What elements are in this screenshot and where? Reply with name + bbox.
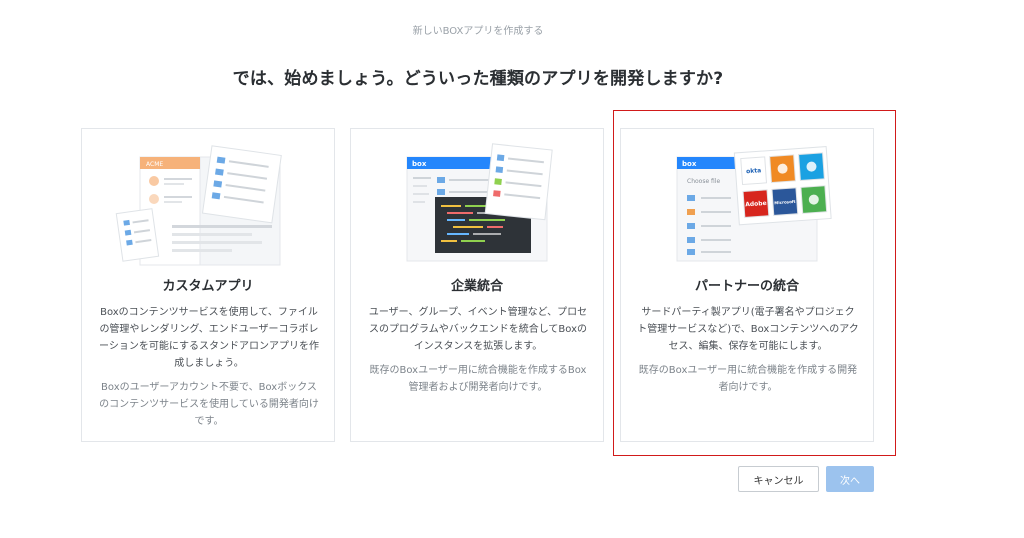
header-title: 新しいBOXアプリを作成する [412, 26, 544, 37]
card-custom-app[interactable]: ACME カスタムアプリ Boxのコンテンツサービスを使用して、ファイルの管理や… [81, 128, 335, 442]
card-note: 既存のBoxユーザー用に統合機能を作成する開発者向けです。 [638, 365, 858, 393]
card-description: ユーザー、グループ、イベント管理など、プロセスのプログラムやバックエンドを統合し… [368, 307, 588, 352]
card-note: Boxのユーザーアカウント不要で、Boxボックスのコンテンツサービスを使用してい… [99, 382, 319, 427]
choose-file-label: Choose file [687, 178, 721, 185]
card-partner-integration[interactable]: box Choose file okta Adobe Microsoft パートナー… [620, 128, 874, 442]
custom-app-illustration: ACME [115, 145, 282, 266]
enterprise-illustration: box [406, 143, 553, 262]
box-logo: box [682, 160, 697, 168]
partner-illustration: box Choose file oktaAdobe Microsoft [676, 146, 832, 262]
card-title: 企業統合 [450, 279, 503, 294]
box-logo: box [412, 160, 427, 168]
acme-label: ACME [146, 161, 163, 168]
card-note: 既存のBoxユーザー用に統合機能を作成するBox管理者および開発者向けです。 [369, 365, 587, 393]
card-title: パートナーの統合 [694, 279, 799, 294]
page-question: では、始めましょう。どういった種類のアプリを開発しますか? [232, 69, 724, 89]
partner-tile-label: Adobe [745, 200, 767, 208]
card-title: カスタムアプリ [162, 279, 254, 294]
card-description: サードパーティ製アプリ(電子署名やプロジェクト管理サービスなど)で、Boxコンテ… [637, 307, 859, 352]
card-enterprise-integration[interactable]: box 企業統合 ユーザー、グループ、イベント管理など、プロセスのプログラムやバ… [350, 128, 604, 442]
card-description: Boxのコンテンツサービスを使用して、ファイルの管理やレンダリング、エンドユーザ… [99, 307, 319, 369]
partner-tile-label: okta [746, 167, 761, 175]
next-button[interactable]: 次へ [826, 466, 874, 492]
cancel-button[interactable]: キャンセル [738, 466, 819, 492]
